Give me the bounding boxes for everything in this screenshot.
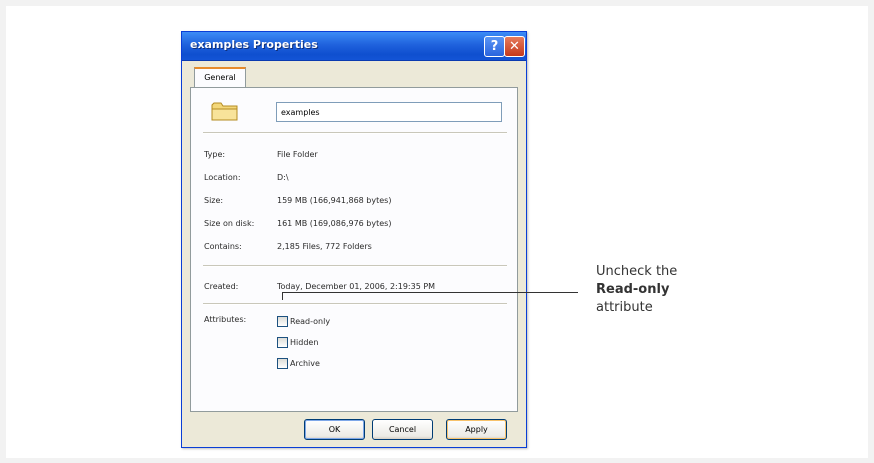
tab-general[interactable]: General xyxy=(194,67,246,87)
read-only-checkbox[interactable] xyxy=(277,316,288,327)
created-value: Today, December 01, 2006, 2:19:35 PM xyxy=(277,282,436,291)
callout-line-2: Read-only xyxy=(596,282,670,297)
contains-label: Contains: xyxy=(204,242,242,251)
close-button[interactable]: ✕ xyxy=(504,36,525,57)
size-value: 159 MB (166,941,868 bytes) xyxy=(277,196,392,205)
callout-line-3: attribute xyxy=(596,300,653,315)
size-label: Size: xyxy=(204,196,224,205)
properties-dialog: examples Properties ? ✕ General examples… xyxy=(181,31,527,448)
ok-button[interactable]: OK xyxy=(304,419,365,440)
created-label: Created: xyxy=(204,282,239,291)
type-label: Type: xyxy=(204,150,226,159)
type-value: File Folder xyxy=(277,150,318,159)
location-value: D:\ xyxy=(277,173,289,182)
callout-leader-vertical xyxy=(282,292,283,300)
read-only-label[interactable]: Read-only xyxy=(290,316,330,327)
help-button[interactable]: ? xyxy=(484,36,505,57)
dialog-title: examples Properties xyxy=(190,38,318,51)
location-label: Location: xyxy=(204,173,241,182)
separator xyxy=(203,303,507,305)
contains-value: 2,185 Files, 772 Folders xyxy=(277,242,372,251)
title-bar[interactable]: examples Properties ? ✕ xyxy=(182,32,526,61)
general-tab-sheet: examples Type: File Folder Location: D:\… xyxy=(190,87,518,412)
archive-checkbox[interactable] xyxy=(277,358,288,369)
callout-leader-line xyxy=(282,292,578,293)
callout-annotation: Uncheck the Read-only attribute xyxy=(596,263,746,317)
size-on-disk-label: Size on disk: xyxy=(204,219,255,228)
folder-icon xyxy=(211,102,238,121)
hidden-label[interactable]: Hidden xyxy=(290,337,318,348)
callout-line-1: Uncheck the xyxy=(596,264,678,279)
archive-label[interactable]: Archive xyxy=(290,358,320,369)
attributes-label: Attributes: xyxy=(204,315,247,324)
size-on-disk-value: 161 MB (169,086,976 bytes) xyxy=(277,219,392,228)
hidden-checkbox[interactable] xyxy=(277,337,288,348)
separator xyxy=(203,132,507,134)
folder-name-input[interactable]: examples xyxy=(276,102,502,122)
separator xyxy=(203,265,507,267)
cancel-button[interactable]: Cancel xyxy=(372,419,433,440)
apply-button[interactable]: Apply xyxy=(446,419,507,440)
